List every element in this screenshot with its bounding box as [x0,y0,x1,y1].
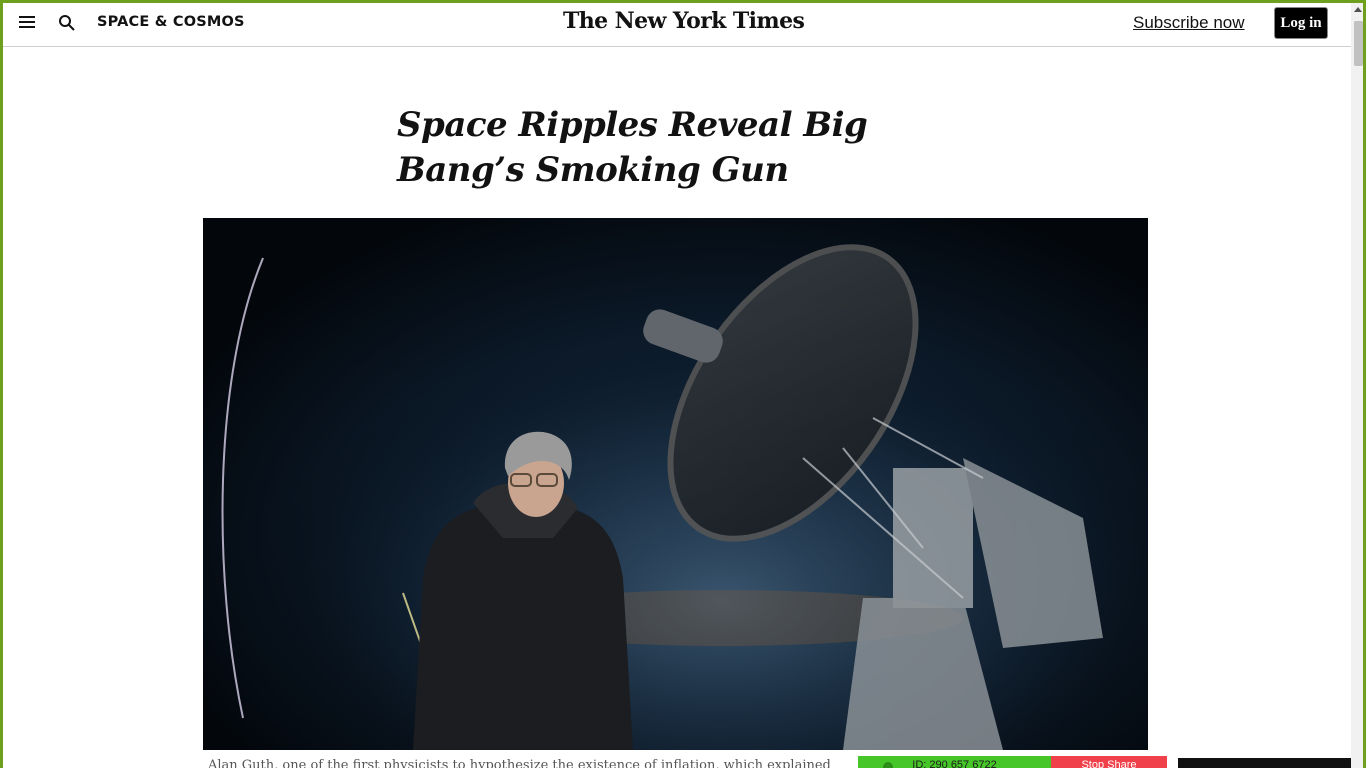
share-status-icon [883,762,893,768]
scroll-up-arrow-icon[interactable] [1354,7,1362,12]
search-icon[interactable] [58,14,76,32]
hamburger-menu-icon[interactable] [19,16,35,30]
screen-share-toolbar [1178,758,1351,768]
scrollbar-thumb[interactable] [1354,21,1363,66]
photo-caption: Alan Guth, one of the first physicists t… [208,758,831,768]
stop-share-button[interactable]: Stop Share [1051,756,1167,768]
nyt-logo[interactable]: The New York Times [563,8,805,34]
login-button[interactable]: Log in [1274,7,1328,39]
article-photo [203,218,1148,750]
browser-frame: SPACE & COSMOS The New York Times Subscr… [0,0,1366,768]
vertical-scrollbar[interactable] [1351,3,1363,768]
top-navigation-bar: SPACE & COSMOS The New York Times Subscr… [3,3,1351,47]
subscribe-link[interactable]: Subscribe now [1133,13,1245,33]
article-headline: Space Ripples Reveal Big Bang’s Smoking … [397,105,868,190]
section-link[interactable]: SPACE & COSMOS [97,14,245,30]
